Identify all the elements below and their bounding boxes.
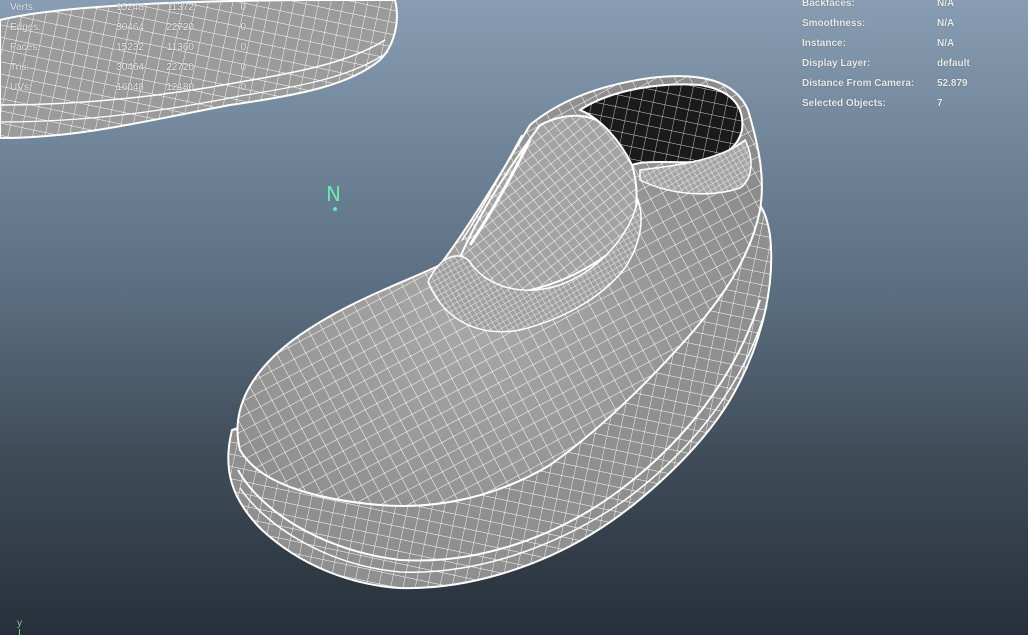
hud-label: Display Layer: — [802, 58, 871, 69]
hud-label: Edges: — [10, 22, 42, 33]
hud-label: Distance From Camera: — [802, 78, 915, 89]
heads-up-display-poly-count: Verts: 15248 11372 0 Edges: 30464 22720 … — [10, 0, 246, 98]
hud-value: 52.879 — [937, 78, 968, 89]
hud-value: 11360 — [166, 42, 194, 53]
hud-label: Backfaces: — [802, 0, 855, 9]
hud-value: 0 — [240, 42, 246, 53]
hud-value: 30464 — [116, 22, 144, 33]
hud-value: 0 — [240, 2, 246, 13]
hud-row-display-layer: Display Layer: default — [802, 54, 1017, 74]
hud-row-uvs: UVs: 16048 12180 0 — [10, 78, 246, 98]
hud-label: UVs: — [10, 82, 32, 93]
hud-row-distance: Distance From Camera: 52.879 — [802, 74, 1017, 94]
manipulator-pivot-icon[interactable] — [333, 207, 337, 211]
hud-row-selected-objects: Selected Objects: 7 — [802, 94, 1017, 114]
hud-value: 16048 — [116, 82, 144, 93]
hud-label: Smoothness: — [802, 18, 866, 29]
hud-row-edges: Edges: 30464 22720 0 — [10, 18, 246, 38]
hud-label: Instance: — [802, 38, 846, 49]
hud-row-smoothness: Smoothness: N/A — [802, 14, 1017, 34]
hud-row-tris: Tris: 30464 22720 0 — [10, 58, 246, 78]
hud-label: Tris: — [10, 62, 30, 73]
hud-value: N/A — [937, 18, 955, 29]
mesh-shoe-main[interactable] — [227, 75, 773, 590]
3d-viewport[interactable]: Verts: 15248 11372 0 Edges: 30464 22720 … — [0, 0, 1028, 635]
hud-row-verts: Verts: 15248 11372 0 — [10, 0, 246, 18]
hud-value: 15248 — [116, 2, 144, 13]
axis-y-label: y — [17, 618, 22, 629]
hud-row-instance: Instance: N/A — [802, 34, 1017, 54]
hud-value: 22720 — [166, 22, 194, 33]
hud-label: Selected Objects: — [802, 98, 886, 109]
axis-indicator-icon — [19, 629, 20, 635]
hud-label: Faces: — [10, 42, 41, 53]
hud-value: 22720 — [166, 62, 194, 73]
hud-row-backfaces: Backfaces: N/A — [802, 0, 1017, 14]
hud-value: 0 — [240, 62, 246, 73]
hud-value: 0 — [240, 82, 246, 93]
heads-up-display-object-details: Backfaces: N/A Smoothness: N/A Instance:… — [802, 0, 1017, 114]
hud-value: N/A — [937, 0, 955, 9]
hud-value: 12180 — [166, 82, 194, 93]
hud-value: N/A — [937, 38, 955, 49]
hud-value: 0 — [240, 22, 246, 33]
hud-value: 15232 — [116, 42, 144, 53]
hud-value: default — [937, 58, 970, 69]
hud-value: 11372 — [166, 2, 194, 13]
hud-label: Verts: — [10, 2, 36, 13]
hud-value: 30464 — [116, 62, 144, 73]
hud-row-faces: Faces: 15232 11360 0 — [10, 38, 246, 58]
hud-value: 7 — [937, 98, 943, 109]
manipulator-icon[interactable]: N — [326, 182, 341, 206]
